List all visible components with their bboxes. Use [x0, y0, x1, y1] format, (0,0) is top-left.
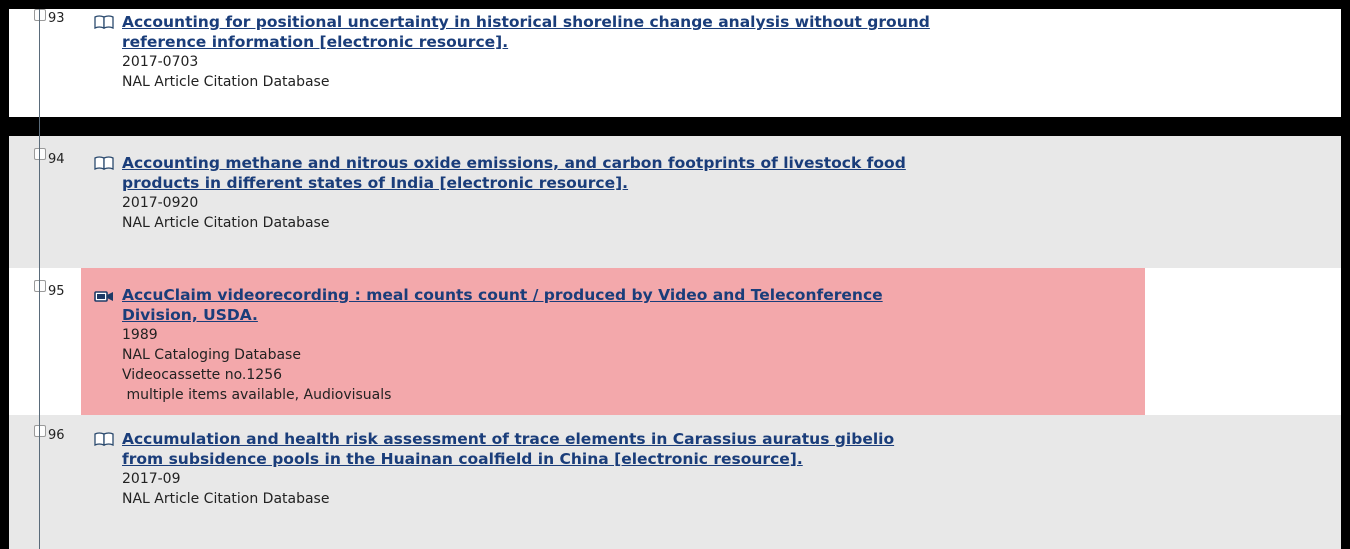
row-separator: [9, 117, 1341, 136]
record-number: 95: [48, 284, 65, 299]
select-checkbox[interactable]: [34, 148, 46, 160]
record-availability: multiple items available, Audiovisuals: [122, 387, 392, 403]
title-line-2: reference information [electronic resour…: [122, 33, 509, 51]
list-item: 94 Accounting methane and nitrous oxide …: [9, 136, 1341, 268]
record-number: 93: [48, 11, 65, 26]
record-source: NAL Article Citation Database: [122, 215, 330, 231]
select-checkbox[interactable]: [34, 280, 46, 292]
record-date: 2017-0920: [122, 195, 199, 211]
title-line-1: Accounting for positional uncertainty in…: [122, 13, 930, 31]
title-line-1: Accumulation and health risk assessment …: [122, 430, 895, 448]
record-date: 2017-0703: [122, 54, 199, 70]
record-call-number: Videocassette no.1256: [122, 367, 283, 383]
title-line-2: Division, USDA.: [122, 306, 258, 324]
title-line-2: products in different states of India [e…: [122, 174, 629, 192]
tree-connector-line: [39, 9, 40, 549]
record-source: NAL Article Citation Database: [122, 74, 330, 90]
record-source: NAL Cataloging Database: [122, 347, 301, 363]
title-line-1: Accounting methane and nitrous oxide emi…: [122, 154, 906, 172]
record-source: NAL Article Citation Database: [122, 491, 330, 507]
results-list: 93 Accounting for positional uncertainty…: [9, 9, 1341, 549]
list-item: 95 AccuClaim videorecording : meal count…: [9, 268, 1341, 423]
title-line-1: AccuClaim videorecording : meal counts c…: [122, 286, 883, 304]
record-title-link[interactable]: Accumulation and health risk assessment …: [122, 429, 1162, 469]
list-item: 96 Accumulation and health risk assessme…: [9, 415, 1341, 549]
select-checkbox[interactable]: [34, 9, 46, 21]
book-icon: [94, 156, 114, 171]
record-title-link[interactable]: AccuClaim videorecording : meal counts c…: [122, 285, 1162, 325]
record-title-link[interactable]: Accounting methane and nitrous oxide emi…: [122, 153, 1162, 193]
record-number: 96: [48, 428, 65, 443]
record-date: 2017-09: [122, 471, 181, 487]
select-checkbox[interactable]: [34, 425, 46, 437]
record-date: 1989: [122, 327, 158, 343]
book-icon: [94, 15, 114, 30]
title-line-2: from subsidence pools in the Huainan coa…: [122, 450, 803, 468]
record-title-link[interactable]: Accounting for positional uncertainty in…: [122, 12, 1162, 52]
book-icon: [94, 432, 114, 447]
video-camera-icon: [94, 291, 113, 302]
record-number: 94: [48, 152, 65, 167]
